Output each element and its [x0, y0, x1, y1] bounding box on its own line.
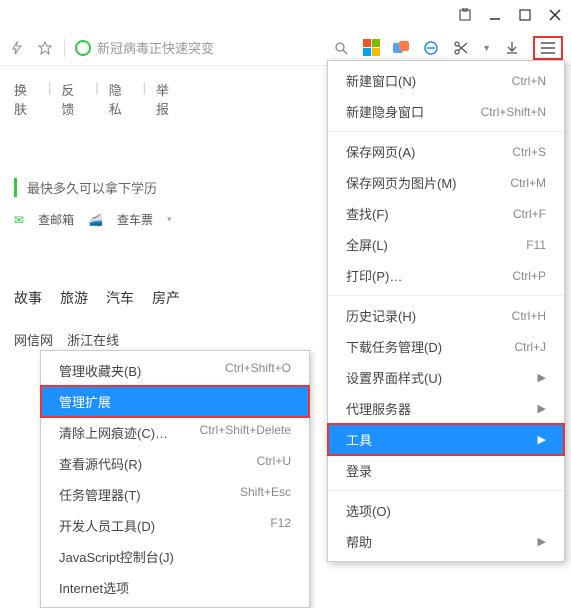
close-icon[interactable] [547, 7, 563, 23]
cat-car[interactable]: 汽车 [106, 288, 134, 308]
menu-divider [328, 490, 564, 491]
train-icon: 🚄 [88, 213, 103, 227]
translate-icon[interactable] [392, 39, 410, 57]
menu-print[interactable]: 打印(P)…Ctrl+P [328, 260, 564, 291]
submenu-devtools[interactable]: 开发人员工具(D)F12 [41, 510, 309, 541]
toolbar-right: ▼ [332, 36, 563, 60]
menu-divider [328, 295, 564, 296]
site-icon [75, 40, 91, 56]
window-titlebar [0, 0, 571, 30]
check-ticket-link[interactable]: 查车票 [117, 211, 153, 228]
menu-history[interactable]: 历史记录(H)Ctrl+H [328, 300, 564, 331]
submenu-view-source[interactable]: 查看源代码(R)Ctrl+U [41, 448, 309, 479]
flash-icon[interactable] [8, 39, 26, 57]
main-menu-button[interactable] [533, 36, 563, 60]
mail-row: ✉ 查邮箱 🚄 查车票 ▾ [14, 211, 180, 228]
menu-login[interactable]: 登录 [328, 455, 564, 486]
link-privacy[interactable]: 隐私 [109, 80, 133, 118]
chevron-right-icon: ▶ [538, 371, 546, 384]
caret-icon: ▾ [167, 214, 172, 225]
submenu-bookmarks[interactable]: 管理收藏夹(B)Ctrl+Shift+O [41, 355, 309, 386]
extension-icon[interactable] [457, 7, 473, 23]
menu-options[interactable]: 选项(O) [328, 495, 564, 526]
search-icon[interactable] [332, 39, 350, 57]
menu-save-page[interactable]: 保存网页(A)Ctrl+S [328, 136, 564, 167]
address-hint: 新冠病毒正快速突变 [97, 38, 214, 57]
left-column: 换肤| 反馈| 隐私| 举报 最快多久可以拿下学历 ✉ 查邮箱 🚄 查车票 ▾ … [0, 66, 180, 390]
tools-submenu: 管理收藏夹(B)Ctrl+Shift+O 管理扩展 清除上网痕迹(C)…Ctrl… [40, 350, 310, 608]
minimize-icon[interactable] [487, 7, 503, 23]
menu-downloads[interactable]: 下载任务管理(D)Ctrl+J [328, 331, 564, 362]
category-row: 故事 旅游 汽车 房产 [14, 288, 180, 308]
mail-icon: ✉ [14, 213, 24, 227]
menu-new-window[interactable]: 新建窗口(N)Ctrl+N [328, 65, 564, 96]
apps-icon[interactable] [362, 39, 380, 57]
submenu-internet-options[interactable]: Internet选项 [41, 572, 309, 603]
menu-help[interactable]: 帮助▶ [328, 526, 564, 557]
chevron-right-icon: ▶ [538, 402, 546, 415]
site-links: 网信网 浙江在线 [14, 330, 180, 349]
address-bar[interactable]: 新冠病毒正快速突变 [75, 38, 322, 57]
chevron-right-icon: ▶ [538, 535, 546, 548]
promo-text[interactable]: 最快多久可以拿下学历 [14, 178, 180, 197]
link-skin[interactable]: 换肤 [14, 80, 38, 118]
maximize-icon[interactable] [517, 7, 533, 23]
menu-incognito[interactable]: 新建隐身窗口Ctrl+Shift+N [328, 96, 564, 127]
top-links: 换肤| 反馈| 隐私| 举报 [14, 80, 180, 118]
menu-find[interactable]: 查找(F)Ctrl+F [328, 198, 564, 229]
submenu-task-manager[interactable]: 任务管理器(T)Shift+Esc [41, 479, 309, 510]
scissors-icon[interactable] [452, 39, 470, 57]
check-mail-link[interactable]: 查邮箱 [38, 211, 74, 228]
submenu-js-console[interactable]: JavaScript控制台(J) [41, 541, 309, 572]
separator [64, 39, 65, 57]
link-wangxin[interactable]: 网信网 [14, 330, 53, 349]
menu-proxy[interactable]: 代理服务器▶ [328, 393, 564, 424]
star-icon[interactable] [36, 39, 54, 57]
menu-divider [328, 131, 564, 132]
menu-save-as-image[interactable]: 保存网页为图片(M)Ctrl+M [328, 167, 564, 198]
link-report[interactable]: 举报 [156, 80, 180, 118]
cat-house[interactable]: 房产 [152, 288, 180, 308]
link-zhejiang[interactable]: 浙江在线 [67, 330, 119, 349]
submenu-clear-data[interactable]: 清除上网痕迹(C)…Ctrl+Shift+Delete [41, 417, 309, 448]
cat-story[interactable]: 故事 [14, 288, 42, 308]
main-menu: 新建窗口(N)Ctrl+N 新建隐身窗口Ctrl+Shift+N 保存网页(A)… [327, 60, 565, 562]
adblock-icon[interactable] [422, 39, 440, 57]
menu-fullscreen[interactable]: 全屏(L)F11 [328, 229, 564, 260]
cat-travel[interactable]: 旅游 [60, 288, 88, 308]
link-feedback[interactable]: 反馈 [61, 80, 85, 118]
download-icon[interactable] [503, 39, 521, 57]
menu-tools[interactable]: 工具▶ [328, 424, 564, 455]
chevron-right-icon: ▶ [538, 433, 546, 446]
menu-ui-style[interactable]: 设置界面样式(U)▶ [328, 362, 564, 393]
dropdown-caret-icon[interactable]: ▼ [482, 43, 491, 53]
submenu-extensions[interactable]: 管理扩展 [41, 386, 309, 417]
